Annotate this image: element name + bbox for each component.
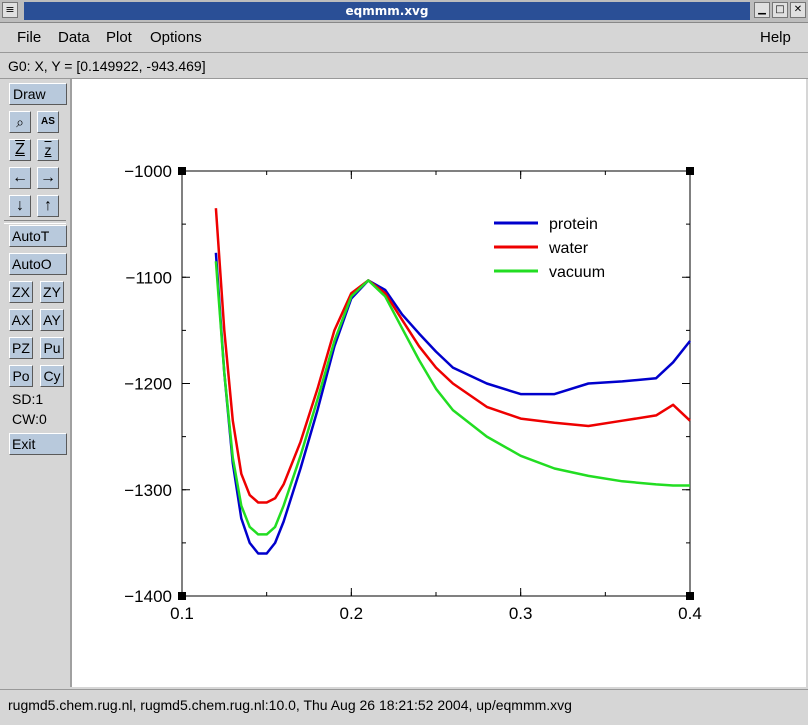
legend-label-vacuum: vacuum	[549, 264, 605, 281]
menu-plot[interactable]: Plot	[106, 29, 132, 46]
autoscale-icon[interactable]: AS	[37, 111, 59, 133]
menu-help[interactable]: Help	[760, 29, 791, 46]
menu-file[interactable]: File	[17, 29, 41, 46]
y-tick-label: −1100	[126, 268, 172, 287]
autoo-button[interactable]: AutoO	[9, 253, 67, 275]
plot-canvas[interactable]: 0.1 0.2 0.3 0.4 −1400 −1300 −1200 −1100 −1000 pro…	[72, 79, 806, 687]
maximize-icon[interactable]: □	[772, 2, 788, 18]
x-tick-label: 0.3	[509, 604, 533, 623]
zx-button[interactable]: ZX	[9, 281, 33, 303]
y-tick-label: −1400	[124, 587, 172, 606]
y-tick-label: −1000	[124, 162, 172, 181]
draw-button[interactable]: Draw	[9, 83, 67, 105]
cy-button[interactable]: Cy	[40, 365, 64, 387]
minimize-icon[interactable]: ▁	[754, 2, 770, 18]
zoom-out-icon[interactable]: z	[37, 139, 59, 161]
arrow-up-icon[interactable]: ↑	[37, 195, 59, 217]
y-tick-label: −1200	[124, 375, 172, 394]
window-title: eqmmm.xvg	[24, 2, 750, 20]
status-text: rugmd5.chem.rug.nl, rugmd5.chem.rug.nl:1…	[8, 697, 572, 713]
title-bar: ≡ eqmmm.xvg ▁ □ ✕	[0, 0, 808, 23]
x-tick-label: 0.1	[170, 604, 194, 623]
y-tick-label: −1300	[124, 481, 172, 500]
ay-button[interactable]: AY	[40, 309, 64, 331]
plot-frame	[181, 170, 691, 597]
menu-data[interactable]: Data	[58, 29, 90, 46]
legend-label-protein: protein	[549, 216, 598, 233]
legend-label-water: water	[548, 240, 589, 257]
x-tick-label: 0.4	[678, 604, 702, 623]
series-line-vacuum	[214, 261, 690, 536]
po-button[interactable]: Po	[9, 365, 33, 387]
sd-label: SD:1	[12, 391, 44, 407]
autot-button[interactable]: AutoT	[9, 225, 67, 247]
sidebar-divider	[4, 220, 66, 224]
series-line-protein	[214, 252, 691, 555]
chart-svg: 0.1 0.2 0.3 0.4 −1400 −1300 −1200 −1100 −1000 pro…	[124, 162, 702, 623]
coordinate-readout: G0: X, Y = [0.149922, -943.469]	[8, 58, 206, 74]
arrow-down-icon[interactable]: ↓	[9, 195, 31, 217]
exit-button[interactable]: Exit	[9, 433, 67, 455]
cw-label: CW:0	[12, 411, 47, 427]
menu-options[interactable]: Options	[150, 29, 202, 46]
window-menu-icon[interactable]: ≡	[2, 2, 18, 18]
zoom-icon[interactable]: ⌕	[9, 111, 31, 133]
tool-sidebar: Draw ⌕ AS Z z ← → ↓ ↑ AutoT AutoO ZX ZY …	[0, 79, 72, 687]
pu-button[interactable]: Pu	[40, 337, 64, 359]
ax-button[interactable]: AX	[9, 309, 33, 331]
zy-button[interactable]: ZY	[40, 281, 64, 303]
arrow-right-icon[interactable]: →	[37, 167, 59, 189]
series-line-water	[214, 208, 691, 504]
menu-bar: File Data Plot Options Help	[0, 24, 808, 53]
coordinate-bar: G0: X, Y = [0.149922, -943.469]	[0, 54, 808, 79]
status-bar: rugmd5.chem.rug.nl, rugmd5.chem.rug.nl:1…	[0, 689, 808, 725]
arrow-left-icon[interactable]: ←	[9, 167, 31, 189]
pz-button[interactable]: PZ	[9, 337, 33, 359]
x-tick-label: 0.2	[340, 604, 364, 623]
zoom-in-icon[interactable]: Z	[9, 139, 31, 161]
close-icon[interactable]: ✕	[790, 2, 806, 18]
